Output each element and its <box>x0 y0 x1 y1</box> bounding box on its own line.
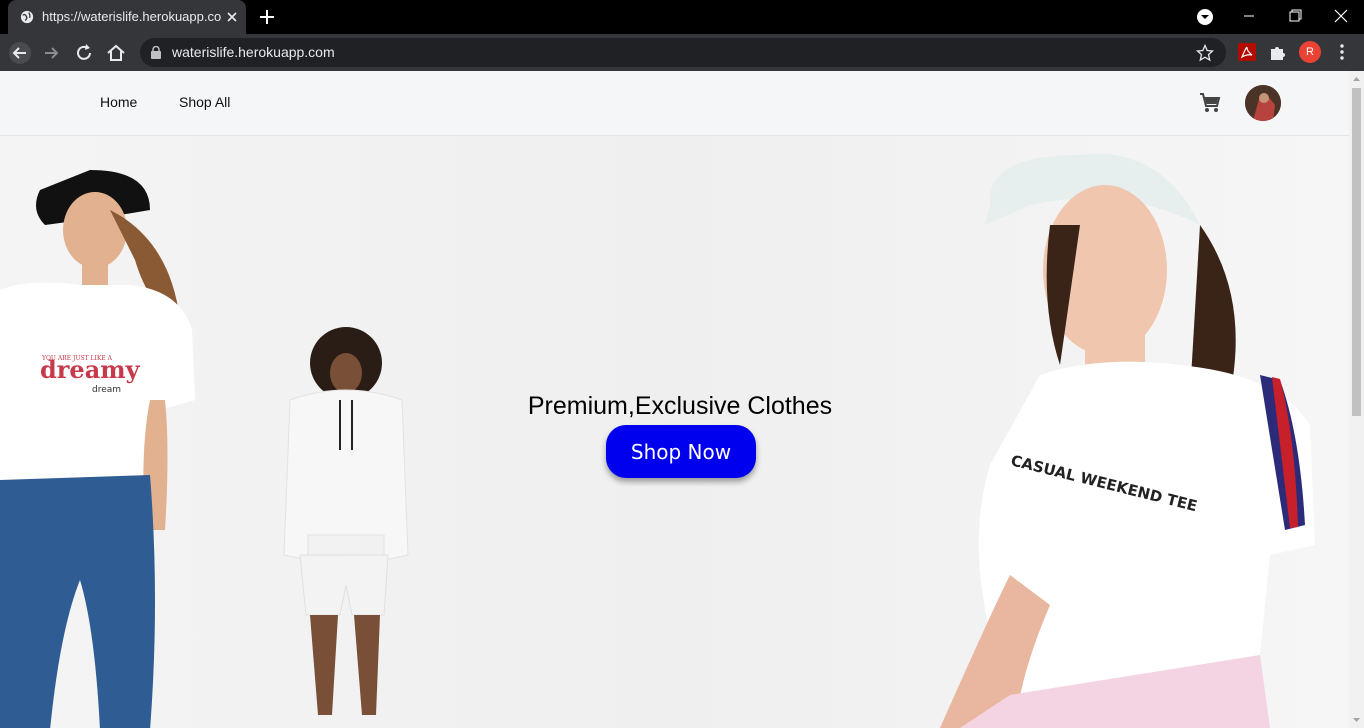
user-avatar[interactable] <box>1245 85 1281 121</box>
home-icon[interactable] <box>104 41 128 65</box>
title-bar: https://waterislife.herokuapp.com <box>0 0 1364 34</box>
profile-avatar[interactable]: R <box>1299 41 1321 63</box>
minimize-icon[interactable] <box>1238 6 1260 26</box>
pdf-extension-icon[interactable] <box>1237 42 1257 62</box>
url-text[interactable]: waterislife.herokuapp.com <box>172 44 335 60</box>
forward-icon[interactable] <box>40 41 64 65</box>
nav-home-link[interactable]: Home <box>100 94 137 110</box>
menu-icon[interactable] <box>1333 42 1351 62</box>
avatar-photo <box>1245 85 1281 121</box>
model-center-image <box>283 327 409 715</box>
scroll-down-icon[interactable] <box>1352 715 1361 724</box>
hero-banner: YOU ARE JUST LIKE A dreamy dream CASUAL … <box>0 135 1349 728</box>
model1-shirt-sub-text: dream <box>92 385 121 395</box>
hero-headline: Premium,Exclusive Clothes <box>527 392 833 420</box>
globe-icon <box>20 10 34 24</box>
star-icon[interactable] <box>1196 44 1214 62</box>
tab-title: https://waterislife.herokuapp.com <box>42 9 222 24</box>
back-icon[interactable] <box>8 41 32 65</box>
close-window-icon[interactable] <box>1330 6 1352 26</box>
lock-icon[interactable] <box>150 46 162 59</box>
site-navbar: Home Shop All <box>0 71 1349 136</box>
plus-icon[interactable] <box>258 8 276 26</box>
close-icon[interactable] <box>224 9 240 25</box>
puzzle-icon[interactable] <box>1268 42 1288 62</box>
address-bar[interactable]: waterislife.herokuapp.com <box>140 38 1226 67</box>
restore-icon[interactable] <box>1284 6 1306 26</box>
model-right-image: CASUAL WEEKEND TEE <box>940 153 1315 728</box>
nav-shop-all-link[interactable]: Shop All <box>179 94 230 110</box>
reload-icon[interactable] <box>72 41 96 65</box>
scrollbar-thumb[interactable] <box>1352 88 1361 416</box>
shop-now-button[interactable]: Shop Now <box>606 425 756 478</box>
model-left-image: YOU ARE JUST LIKE A dreamy dream <box>0 170 195 728</box>
browser-tab[interactable]: https://waterislife.herokuapp.com <box>8 0 246 34</box>
page-viewport: Home Shop All YOU ARE JUST LIKE A dreamy… <box>0 71 1364 728</box>
scroll-up-icon[interactable] <box>1352 75 1361 84</box>
browser-toolbar: waterislife.herokuapp.com R <box>0 34 1364 71</box>
tab-search-icon[interactable] <box>1196 8 1214 26</box>
page-scrollbar[interactable] <box>1349 71 1364 728</box>
model1-shirt-big-text: dreamy <box>40 355 141 384</box>
cart-icon[interactable] <box>1198 91 1222 115</box>
